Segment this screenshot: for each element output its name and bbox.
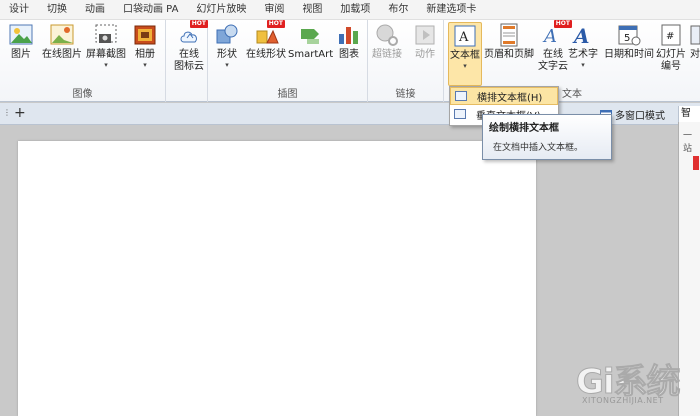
text-cloud-icon: A HOT bbox=[540, 20, 572, 48]
action-icon bbox=[412, 22, 438, 48]
slide-canvas[interactable] bbox=[18, 141, 536, 416]
group-label-link: 链接 bbox=[395, 89, 416, 100]
smartart-button[interactable]: SmartArt bbox=[288, 22, 333, 61]
tab-animations[interactable]: 动画 bbox=[76, 0, 114, 20]
svg-text:A: A bbox=[542, 26, 557, 47]
chevron-down-icon: ▾ bbox=[104, 61, 108, 69]
hot-badge: HOT bbox=[266, 20, 285, 28]
watermark-site: XITONGZHIJIA.NET bbox=[582, 396, 664, 405]
smart-tab[interactable]: 智能 bbox=[678, 106, 700, 135]
tab-design[interactable]: 设计 bbox=[0, 0, 38, 20]
hyperlink-button[interactable]: 超链接 bbox=[372, 22, 402, 61]
chevron-down-icon: ▾ bbox=[581, 61, 585, 69]
tooltip: 绘制横排文本框 在文档中插入文本框。 bbox=[482, 114, 612, 160]
globe-link-icon bbox=[374, 22, 400, 48]
svg-text:A: A bbox=[458, 30, 469, 45]
online-picture-icon bbox=[49, 22, 75, 48]
right-pane-text: 一站 bbox=[683, 131, 693, 154]
tab-review[interactable]: 审阅 bbox=[255, 0, 293, 20]
object-icon bbox=[690, 22, 700, 48]
textbox-icon: A bbox=[452, 23, 478, 49]
picture-button[interactable]: 图片 bbox=[8, 22, 34, 61]
svg-text:5: 5 bbox=[624, 33, 630, 44]
group-label-illustration: 插图 bbox=[277, 89, 298, 100]
svg-text:A: A bbox=[572, 24, 590, 48]
grip-icon: ⋮ bbox=[3, 108, 11, 117]
screenshot-icon bbox=[93, 22, 119, 48]
tab-slideshow[interactable]: 幻灯片放映 bbox=[187, 0, 255, 20]
album-icon bbox=[132, 22, 158, 48]
group-online-icon: HOT 在线 图标云 bbox=[166, 20, 208, 102]
object-button[interactable]: 对 bbox=[690, 22, 700, 61]
header-footer-icon bbox=[496, 22, 522, 48]
chevron-down-icon: ▾ bbox=[143, 61, 147, 69]
online-picture-button[interactable]: 在线图片 bbox=[42, 22, 82, 61]
tooltip-title: 绘制横排文本框 bbox=[489, 123, 559, 134]
header-footer-button[interactable]: 页眉和页脚 bbox=[484, 22, 534, 61]
smartart-icon bbox=[298, 22, 324, 48]
ribbon: 图片 在线图片 屏幕截图 ▾ 相册 ▾ 图像 HOT 在线 图标云 形状 ▾ H… bbox=[0, 20, 700, 102]
shapes-icon bbox=[214, 22, 240, 48]
textbox-button[interactable]: A 文本框 ▾ bbox=[448, 22, 482, 86]
chevron-down-icon: ▾ bbox=[463, 62, 467, 70]
icon-cloud-icon: HOT bbox=[176, 20, 208, 48]
album-button[interactable]: 相册 ▾ bbox=[132, 22, 158, 69]
horizontal-textbox-icon bbox=[455, 91, 467, 101]
tab-view[interactable]: 视图 bbox=[293, 0, 331, 20]
watermark-logo: Gi系统 XITONGZHIJIA.NET bbox=[536, 352, 696, 412]
chart-button[interactable]: 图表 bbox=[336, 22, 362, 61]
chart-icon bbox=[336, 22, 362, 48]
tab-pocket-animation[interactable]: 口袋动画 PA bbox=[114, 0, 187, 20]
vertical-textbox-icon bbox=[454, 109, 466, 119]
action-button[interactable]: 动作 bbox=[412, 22, 438, 61]
group-illustration: 形状 ▾ HOT 在线形状 SmartArt 图表 插图 bbox=[208, 20, 368, 102]
wordart-icon: A bbox=[570, 22, 596, 48]
group-link: 超链接 动作 链接 bbox=[368, 20, 444, 102]
wordart-button[interactable]: A 艺术字 ▾ bbox=[568, 22, 598, 69]
screenshot-button[interactable]: 屏幕截图 ▾ bbox=[86, 22, 126, 69]
chevron-down-icon: ▾ bbox=[225, 61, 229, 69]
group-image: 图片 在线图片 屏幕截图 ▾ 相册 ▾ 图像 bbox=[0, 20, 166, 102]
add-tab-button[interactable]: + bbox=[14, 105, 26, 121]
menu-item-horizontal-textbox[interactable]: 横排文本框(H) bbox=[450, 87, 558, 105]
hot-badge: HOT bbox=[189, 20, 208, 28]
tab-boolean[interactable]: 布尔 bbox=[379, 0, 417, 20]
tab-transitions[interactable]: 切换 bbox=[38, 0, 76, 20]
tab-new[interactable]: 新建选项卡 bbox=[417, 0, 485, 20]
tooltip-description: 在文档中插入文本框。 bbox=[493, 143, 584, 153]
right-pane-marker bbox=[693, 156, 699, 170]
calendar-icon: 5 bbox=[616, 22, 642, 48]
menu-bar: 设计 切换 动画 口袋动画 PA 幻灯片放映 审阅 视图 加载项 布尔 新建选项… bbox=[0, 0, 700, 20]
group-label-image: 图像 bbox=[72, 89, 93, 100]
picture-icon bbox=[8, 22, 34, 48]
shapes-button[interactable]: 形状 ▾ bbox=[214, 22, 240, 69]
slide-number-button[interactable]: # 幻灯片 编号 bbox=[656, 22, 686, 73]
online-icon-cloud-button[interactable]: HOT 在线 图标云 bbox=[174, 20, 208, 73]
online-shapes-button[interactable]: HOT 在线形状 bbox=[246, 20, 286, 61]
tab-addins[interactable]: 加载项 bbox=[331, 0, 379, 20]
svg-text:#: # bbox=[666, 31, 674, 42]
online-textcloud-button[interactable]: A HOT 在线 文字云 bbox=[538, 20, 572, 73]
slide-number-icon: # bbox=[658, 22, 684, 48]
datetime-button[interactable]: 5 日期和时间 bbox=[604, 22, 654, 61]
online-shapes-icon: HOT bbox=[253, 20, 285, 48]
